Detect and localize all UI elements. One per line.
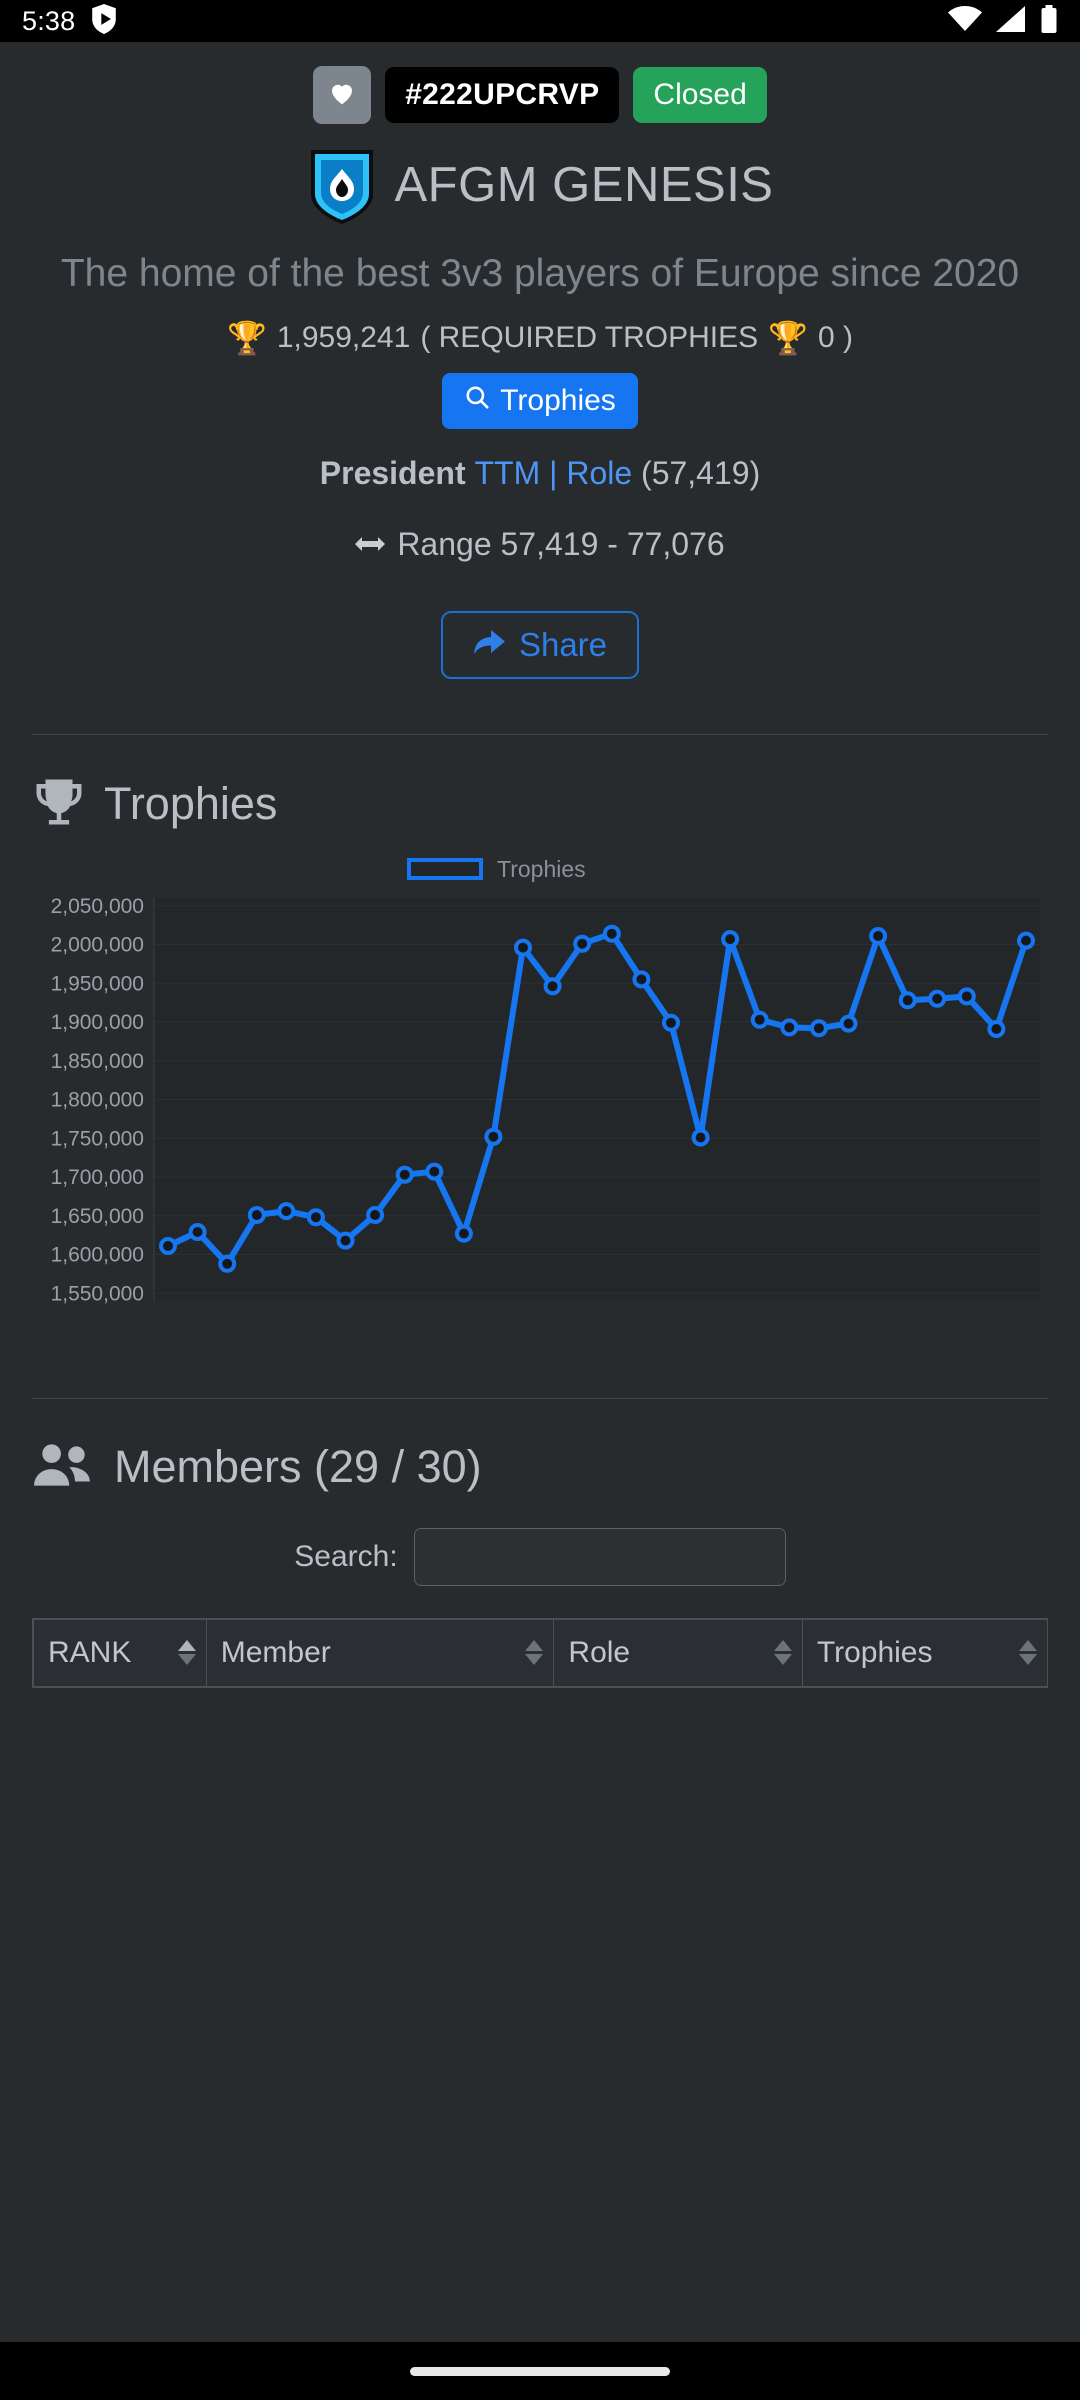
cellular-signal-icon	[996, 6, 1026, 37]
share-button[interactable]: Share	[441, 611, 639, 679]
trophies-section-header: Trophies	[32, 775, 1048, 834]
clan-trophy-range: Range 57,419 - 77,076	[32, 526, 1048, 563]
column-label-trophies: Trophies	[817, 1636, 933, 1670]
clan-trophy-summary: 🏆 1,959,241 ( REQUIRED TROPHIES 🏆 0 )	[32, 321, 1048, 355]
heart-icon	[327, 78, 357, 113]
left-right-arrows-icon	[355, 526, 385, 563]
president-trophies: (57,419)	[641, 455, 760, 491]
status-bar-notification-icons	[91, 4, 117, 39]
share-arrow-icon	[473, 626, 505, 664]
trophy-icon	[32, 775, 86, 834]
users-icon	[32, 1439, 94, 1496]
share-button-label: Share	[519, 626, 607, 664]
column-header-trophies[interactable]: Trophies	[802, 1619, 1047, 1687]
chart-legend: Trophies	[407, 856, 586, 883]
search-input[interactable]	[414, 1528, 786, 1586]
members-section-title: Members (29 / 30)	[114, 1441, 482, 1493]
range-text: Range 57,419 - 77,076	[397, 526, 724, 563]
svg-text:1,600,000: 1,600,000	[51, 1243, 144, 1266]
members-table-head: RANK Member Role	[33, 1619, 1048, 1687]
trophies-section-title: Trophies	[104, 778, 277, 830]
sort-arrows-member[interactable]	[525, 1640, 543, 1665]
president-label: President	[320, 455, 466, 491]
column-label-rank: RANK	[48, 1636, 131, 1670]
battery-icon	[1040, 5, 1058, 38]
svg-text:1,700,000: 1,700,000	[51, 1166, 144, 1189]
trophies-button-label: Trophies	[500, 384, 616, 418]
trophies-line-chart: 2,050,000 2,000,000 1,950,000 1,900,000 1,85…	[32, 886, 1048, 1356]
clan-name: AFGM GENESIS	[394, 157, 773, 213]
svg-text:1,850,000: 1,850,000	[51, 1050, 144, 1073]
clan-president-row: President TTM | Role (57,419)	[32, 455, 1048, 492]
svg-text:2,050,000: 2,050,000	[51, 895, 144, 918]
status-bar-system-icons	[948, 5, 1058, 38]
column-header-role[interactable]: Role	[554, 1619, 802, 1687]
svg-text:2,000,000: 2,000,000	[51, 933, 144, 956]
home-gesture-bar[interactable]	[410, 2367, 670, 2376]
clan-header-badges: #222UPCRVP Closed	[32, 42, 1048, 124]
svg-text:1,950,000: 1,950,000	[51, 972, 144, 995]
required-trophies-label: ( REQUIRED TROPHIES	[420, 321, 758, 355]
clan-badge-icon	[306, 146, 378, 224]
sort-arrows-role[interactable]	[774, 1640, 792, 1665]
sort-arrows-trophies[interactable]	[1019, 1640, 1037, 1665]
required-trophies-value: 0 )	[818, 321, 853, 355]
svg-text:1,800,000: 1,800,000	[51, 1088, 144, 1111]
clan-detail-page: #222UPCRVP Closed AFGM GENESIS The home …	[0, 42, 1080, 2360]
column-header-member[interactable]: Member	[206, 1619, 554, 1687]
column-label-member: Member	[221, 1636, 331, 1670]
sort-arrows-rank[interactable]	[178, 1640, 196, 1665]
trophies-search-button[interactable]: Trophies	[442, 373, 638, 429]
svg-text:1,750,000: 1,750,000	[51, 1127, 144, 1150]
clan-tag-badge[interactable]: #222UPCRVP	[385, 67, 619, 123]
status-bar: 5:38	[0, 0, 1080, 42]
column-label-role: Role	[568, 1636, 630, 1670]
wifi-icon	[948, 6, 982, 37]
android-navigation-bar	[0, 2342, 1080, 2400]
trophy-emoji-icon: 🏆	[227, 322, 267, 354]
clan-type-badge: Closed	[633, 67, 766, 123]
trophies-chart: Trophies 2,050,000 2,000,000 1,950,000 1,90…	[32, 856, 1048, 1356]
members-table: RANK Member Role	[32, 1618, 1048, 1688]
column-header-rank[interactable]: RANK	[33, 1619, 206, 1687]
shield-play-icon	[91, 4, 117, 39]
legend-swatch-trophies	[407, 858, 483, 880]
members-search-row: Search:	[32, 1528, 1048, 1586]
svg-text:1,900,000: 1,900,000	[51, 1011, 144, 1034]
search-icon	[464, 384, 490, 418]
page-content: #222UPCRVP Closed AFGM GENESIS The home …	[0, 42, 1080, 1688]
members-table-header-row: RANK Member Role	[33, 1619, 1048, 1687]
section-divider-top	[32, 734, 1048, 735]
svg-text:1,550,000: 1,550,000	[51, 1282, 144, 1305]
clan-description: The home of the best 3v3 players of Euro…	[32, 250, 1048, 299]
status-bar-clock: 5:38	[22, 6, 75, 37]
share-row: Share	[32, 611, 1048, 679]
clan-total-trophies: 1,959,241	[277, 321, 410, 355]
svg-text:1,650,000: 1,650,000	[51, 1205, 144, 1228]
president-name-link[interactable]: TTM | Role	[474, 455, 632, 491]
members-section-header: Members (29 / 30)	[32, 1439, 1048, 1496]
required-trophy-emoji-icon: 🏆	[768, 322, 808, 354]
legend-label-trophies: Trophies	[497, 856, 586, 883]
clan-identity: AFGM GENESIS	[32, 146, 1048, 224]
favorite-button[interactable]	[313, 66, 371, 124]
section-divider-bottom	[32, 1398, 1048, 1399]
search-label: Search:	[294, 1540, 397, 1574]
